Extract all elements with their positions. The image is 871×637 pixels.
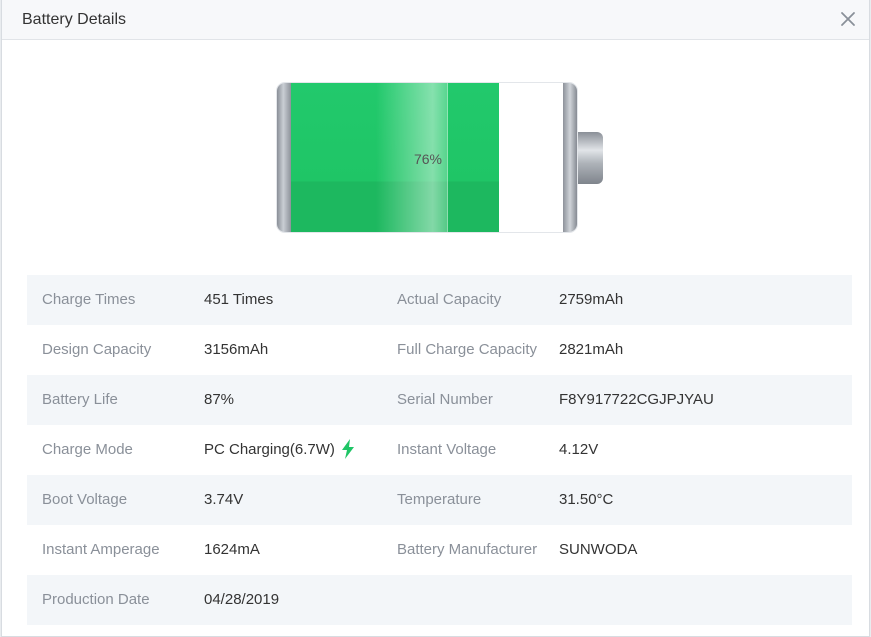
battery-body: 76% — [276, 82, 578, 233]
battery-percent-label: 76% — [413, 151, 443, 167]
detail-value: 31.50°C — [559, 475, 613, 525]
detail-value: PC Charging(6.7W) — [204, 425, 355, 475]
lightning-bolt-icon — [341, 438, 354, 459]
detail-value-text: 04/28/2019 — [204, 591, 280, 608]
detail-row: Charge Times 451 Times Actual Capacity 2759… — [27, 275, 852, 325]
detail-label: Boot Voltage — [42, 491, 128, 508]
detail-value: 04/28/2019 — [204, 575, 279, 625]
detail-label: Temperature — [397, 491, 482, 508]
detail-value-text: PC Charging(6.7W) — [204, 441, 335, 458]
detail-row: Instant Amperage 1624mA Battery Manufactur… — [27, 525, 852, 575]
detail-value: 451 Times — [204, 275, 273, 325]
close-button[interactable] — [835, 6, 861, 32]
detail-label: Production Date — [42, 591, 150, 608]
battery-details-table: Charge Times 451 Times Actual Capacity 2759… — [27, 275, 852, 625]
detail-value-text: 1624mA — [204, 541, 260, 558]
detail-row: Battery Life 87% Serial Number F8Y917722CGJ… — [27, 375, 852, 425]
detail-value-text: 2759mAh — [559, 291, 624, 308]
detail-value: 4.12V — [559, 425, 598, 475]
detail-label: Charge Times — [42, 291, 136, 308]
detail-row: Boot Voltage 3.74V Temperature 31.50°C — [27, 475, 852, 525]
detail-value-text: 451 Times — [204, 291, 274, 308]
detail-label: Charge Mode — [42, 441, 133, 458]
detail-value: 2759mAh — [559, 275, 623, 325]
dialog-title: Battery Details — [22, 11, 127, 28]
detail-label: Full Charge Capacity — [397, 341, 538, 358]
detail-value-text: 2821mAh — [559, 341, 624, 358]
battery-graphic: 76% — [276, 82, 606, 234]
detail-label: Battery Life — [42, 391, 118, 408]
close-icon — [841, 12, 855, 26]
dialog-titlebar: Battery Details — [2, 0, 869, 40]
detail-value: 3156mAh — [204, 325, 268, 375]
detail-value: 2821mAh — [559, 325, 623, 375]
detail-label: Battery Manufacturer — [397, 541, 538, 558]
detail-value: 3.74V — [204, 475, 243, 525]
detail-value-text: 3.74V — [204, 491, 244, 508]
battery-details-dialog: Battery Details 76% Charge Times 451 Time… — [1, 0, 870, 637]
detail-value-text: 4.12V — [559, 441, 599, 458]
battery-terminal — [578, 132, 603, 184]
detail-label: Instant Voltage — [397, 441, 497, 458]
detail-row: Charge Mode PC Charging(6.7W) Instant Volt… — [27, 425, 852, 475]
detail-value: F8Y917722CGJPJYAU — [559, 375, 714, 425]
detail-label: Instant Amperage — [42, 541, 160, 558]
detail-row: Production Date 04/28/2019 — [27, 575, 852, 625]
detail-value-text: 31.50°C — [559, 491, 614, 508]
detail-value-text: SUNWODA — [559, 541, 638, 558]
detail-label: Design Capacity — [42, 341, 152, 358]
detail-value: SUNWODA — [559, 525, 637, 575]
detail-label: Serial Number — [397, 391, 493, 408]
detail-value-text: F8Y917722CGJPJYAU — [559, 391, 714, 408]
detail-value-text: 3156mAh — [204, 341, 269, 358]
detail-value: 87% — [204, 375, 234, 425]
detail-value: 1624mA — [204, 525, 260, 575]
detail-label: Actual Capacity — [397, 291, 502, 308]
detail-row: Design Capacity 3156mAh Full Charge Capaci… — [27, 325, 852, 375]
detail-value-text: 87% — [204, 391, 235, 408]
